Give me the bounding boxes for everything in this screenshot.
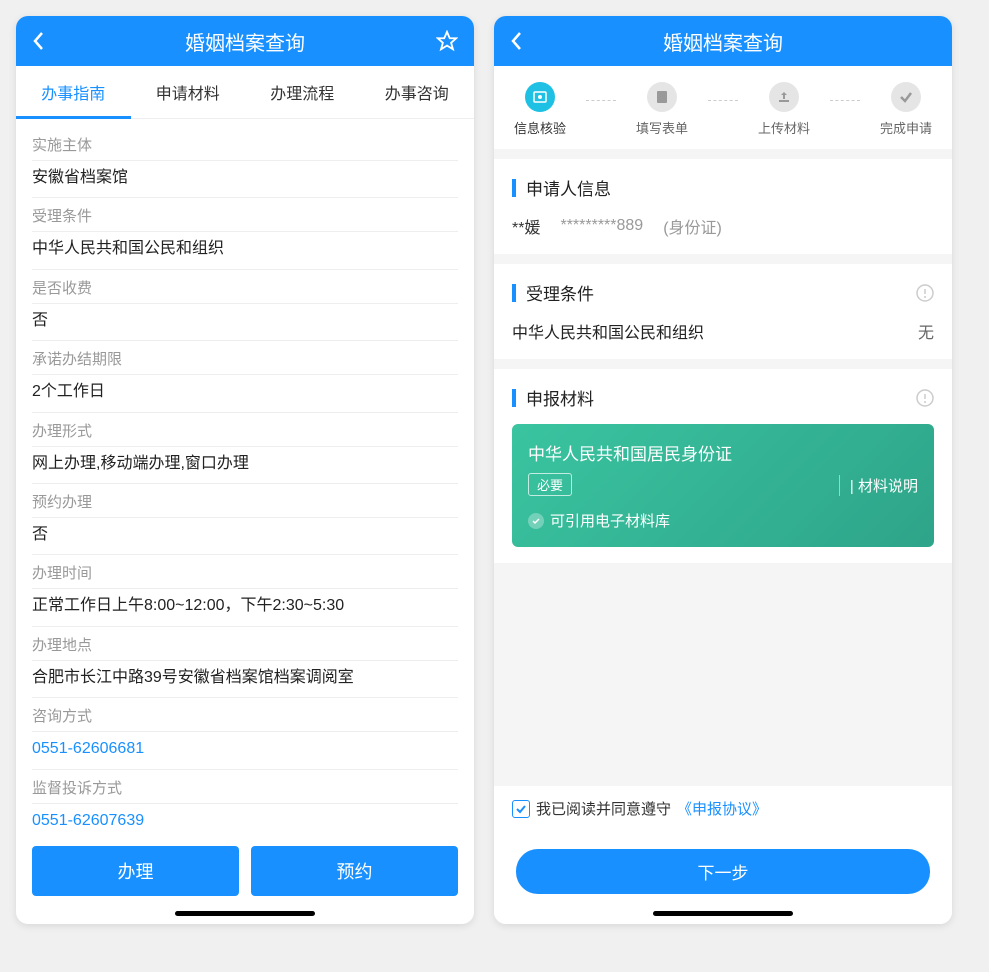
back-icon[interactable] [32,31,44,51]
home-indicator[interactable] [175,911,315,916]
check-circle-icon [528,513,544,529]
handle-button[interactable]: 办理 [32,846,239,896]
field-label: 咨询方式 [32,706,458,732]
reserve-button[interactable]: 预约 [251,846,458,896]
applicant-row: **媛 *********889 (身份证) [512,214,934,238]
materials-card: 申报材料 中华人民共和国居民身份证 必要 可引用电子材料库 | 材料说明 [494,369,952,563]
material-title: 中华人民共和国居民身份证 [528,440,732,465]
card-title-applicant: 申请人信息 [512,175,934,200]
step-done: 完成申请 [880,82,932,137]
field-value: 中华人民共和国公民和组织 [32,232,458,269]
details-panel: 实施主体安徽省档案馆受理条件中华人民共和国公民和组织是否收费否承诺办结期限2个工… [16,119,474,832]
field-label: 实施主体 [32,135,458,161]
condition-status: 无 [918,319,934,343]
step-connector [830,100,860,101]
done-icon [891,82,921,112]
phone-guide: 婚姻档案查询 办事指南 申请材料 办理流程 办事咨询 实施主体安徽省档案馆受理条… [16,16,474,924]
agreement-text: 我已阅读并同意遵守 [536,798,671,819]
applicant-id-type: (身份证) [663,214,722,238]
applicant-name: **媛 [512,214,540,238]
field-value[interactable]: 0551-62606681 [32,732,458,769]
field-value[interactable]: 0551-62607639 [32,804,458,832]
info-icon[interactable] [916,284,934,302]
material-sub: 可引用电子材料库 [528,510,732,531]
header: 婚姻档案查询 [16,16,474,66]
back-icon[interactable] [510,31,522,51]
field-value: 2个工作日 [32,375,458,412]
step-indicator: 信息核验 填写表单 上传材料 完成申请 [494,66,952,149]
tabs: 办事指南 申请材料 办理流程 办事咨询 [16,66,474,119]
phone-apply: 婚姻档案查询 信息核验 填写表单 上传材料 完成申请 申请人信息 **媛 ******… [494,16,952,924]
tab-materials[interactable]: 申请材料 [131,66,246,118]
step-label: 上传材料 [758,118,810,137]
card-title-condition: 受理条件 [512,280,934,305]
agreement-checkbox[interactable] [512,800,530,818]
field-label: 办理地点 [32,635,458,661]
tab-consult[interactable]: 办事咨询 [360,66,475,118]
step-label: 信息核验 [514,118,566,137]
step-connector [708,100,738,101]
agreement-link[interactable]: 《申报协议》 [677,798,767,819]
step-label: 完成申请 [880,118,932,137]
apply-body: 信息核验 填写表单 上传材料 完成申请 申请人信息 **媛 *********889 … [494,66,952,924]
field-label: 办理形式 [32,421,458,447]
applicant-id: *********889 [560,217,643,235]
home-indicator[interactable] [653,911,793,916]
card-title-materials: 申报材料 [512,385,934,410]
field-value: 否 [32,304,458,341]
field-value: 合肥市长江中路39号安徽省档案馆档案调阅室 [32,661,458,698]
next-button[interactable]: 下一步 [516,849,930,894]
tab-process[interactable]: 办理流程 [245,66,360,118]
condition-card: 受理条件 中华人民共和国公民和组织 无 [494,264,952,359]
field-value: 网上办理,移动端办理,窗口办理 [32,447,458,484]
agreement-row: 我已阅读并同意遵守 《申报协议》 [494,785,952,831]
material-explain[interactable]: | 材料说明 [839,475,918,496]
page-title: 婚姻档案查询 [663,27,783,56]
field-value: 安徽省档案馆 [32,161,458,198]
step-verify: 信息核验 [514,82,566,137]
field-label: 办理时间 [32,563,458,589]
step-form: 填写表单 [636,82,688,137]
step-connector [586,100,616,101]
field-label: 是否收费 [32,278,458,304]
verify-icon [525,82,555,112]
form-icon [647,82,677,112]
info-icon[interactable] [916,389,934,407]
tab-guide[interactable]: 办事指南 [16,66,131,118]
field-label: 预约办理 [32,492,458,518]
upload-icon [769,82,799,112]
favorite-icon[interactable] [436,30,458,52]
condition-text: 中华人民共和国公民和组织 [512,319,704,343]
field-value: 正常工作日上午8:00~12:00，下午2:30~5:30 [32,589,458,626]
field-value: 否 [32,518,458,555]
page-title: 婚姻档案查询 [185,27,305,56]
header: 婚姻档案查询 [494,16,952,66]
step-label: 填写表单 [636,118,688,137]
step-upload: 上传材料 [758,82,810,137]
field-label: 监督投诉方式 [32,778,458,804]
condition-row: 中华人民共和国公民和组织 无 [512,319,934,343]
applicant-card: 申请人信息 **媛 *********889 (身份证) [494,159,952,254]
required-badge: 必要 [528,473,572,496]
field-label: 受理条件 [32,206,458,232]
field-label: 承诺办结期限 [32,349,458,375]
material-item[interactable]: 中华人民共和国居民身份证 必要 可引用电子材料库 | 材料说明 [512,424,934,547]
